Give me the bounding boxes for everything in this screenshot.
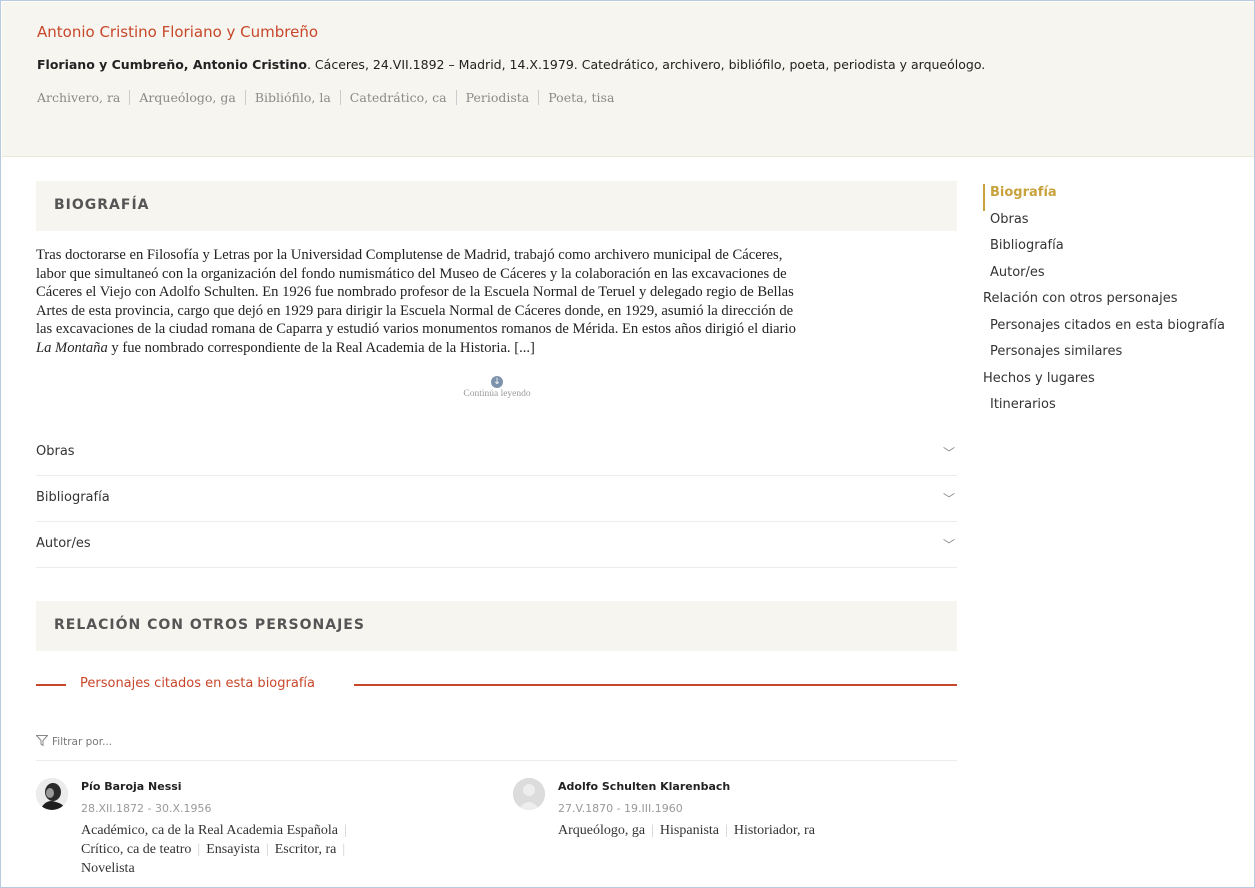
bio-line: Artes de esta provincia, cargo que dejó … (36, 302, 794, 319)
separator: | (725, 823, 728, 838)
header-summary-text: . Cáceres, 24.VII.1892 – Madrid, 14.X.19… (306, 57, 986, 72)
category-list: Archivero, ra Arqueólogo, ga Bibliófilo,… (37, 90, 623, 105)
nav-hechos-lugares[interactable]: Hechos y lugares (983, 370, 1253, 397)
person-role[interactable]: Hispanista (660, 823, 719, 838)
bio-line: La Montaña y fue nombrado correspondient… (36, 339, 957, 358)
read-more-button[interactable]: ↓ Continúa leyendo (442, 369, 552, 399)
category-link[interactable]: Bibliófilo, la (244, 90, 340, 105)
accordion-obras[interactable]: Obras ﹀ (36, 430, 957, 476)
nav-obras[interactable]: Obras (983, 211, 1253, 238)
separator: | (651, 823, 654, 838)
nav-autores[interactable]: Autor/es (983, 264, 1253, 291)
nav-bibliografia[interactable]: Bibliografía (983, 237, 1253, 264)
accordion-label: Bibliografía (36, 490, 110, 505)
nav-biografia[interactable]: Biografía (983, 184, 1253, 211)
category-link[interactable]: Poeta, tisa (538, 90, 623, 105)
page-title: Antonio Cristino Floriano y Cumbreño (37, 23, 319, 41)
person-role[interactable]: Académico, ca de la Real Academia Españo… (81, 823, 338, 838)
filter-label: Filtrar por... (52, 736, 113, 748)
bio-line: las excavaciones de la ciudad romana de … (36, 321, 796, 338)
chevron-down-icon: ﹀ (942, 492, 955, 506)
header-summary: Floriano y Cumbreño, Antonio Cristino. C… (37, 57, 985, 72)
divider (36, 684, 66, 686)
category-link[interactable]: Archivero, ra (37, 90, 129, 105)
separator: | (197, 842, 201, 857)
nav-itinerarios[interactable]: Itinerarios (983, 396, 1253, 423)
relacion-heading: RELACIÓN CON OTROS PERSONAJES (54, 617, 365, 633)
person-role[interactable]: Arqueólogo, ga (558, 823, 645, 838)
separator: | (342, 842, 346, 857)
page-frame: Antonio Cristino Floriano y Cumbreño Flo… (0, 0, 1255, 888)
separator: | (343, 823, 347, 838)
cited-persons-label: Personajes citados en esta biografía (80, 676, 315, 691)
avatar (36, 778, 68, 810)
read-more-label: Continúa leyendo (463, 389, 531, 399)
bio-line: Cáceres el Viejo con Adolfo Schulten. En… (36, 284, 794, 301)
person-role[interactable]: Historiador, ra (734, 823, 815, 838)
category-link[interactable]: Periodista (455, 90, 539, 105)
cited-persons-subheading: Personajes citados en esta biografía (36, 674, 957, 694)
filter-icon (35, 735, 49, 747)
person-name[interactable]: Pío Baroja Nessi (81, 780, 182, 793)
nav-relacion[interactable]: Relación con otros personajes (983, 290, 1253, 317)
accordion-label: Obras (36, 444, 75, 459)
accordion-bibliografia[interactable]: Bibliografía ﹀ (36, 476, 957, 522)
header-name: Floriano y Cumbreño, Antonio Cristino (37, 57, 307, 72)
divider (354, 684, 957, 686)
relacion-section-header: RELACIÓN CON OTROS PERSONAJES (36, 601, 957, 651)
category-link[interactable]: Arqueólogo, ga (129, 90, 244, 105)
person-dates: 27.V.1870 - 19.III.1960 (558, 802, 683, 815)
separator: | (265, 842, 269, 857)
biografia-section-header: BIOGRAFÍA (36, 181, 957, 231)
category-link[interactable]: Catedrático, ca (339, 90, 456, 105)
avatar-placeholder (513, 778, 545, 810)
accordion-label: Autor/es (36, 536, 91, 551)
newspaper-title: La Montaña (36, 339, 108, 356)
person-role[interactable]: Ensayista (206, 842, 260, 857)
bio-line-rest: y fue nombrado correspondiente de la Rea… (107, 339, 535, 356)
person-dates: 28.XII.1872 - 30.X.1956 (81, 802, 212, 815)
person-role[interactable]: Crítico, ca de teatro (81, 842, 191, 857)
bio-line: labor que simultaneó con la organización… (36, 265, 787, 282)
accordion-autores[interactable]: Autor/es ﹀ (36, 522, 957, 568)
biography-text: Tras doctorarse en Filosofía y Letras po… (36, 246, 957, 358)
person-roles: Arqueólogo, ga | Hispanista | Historiador, r… (558, 821, 948, 840)
biografia-heading: BIOGRAFÍA (54, 197, 150, 213)
section-nav: Biografía Obras Bibliografía Autor/es Re… (983, 184, 1253, 423)
divider (36, 760, 957, 761)
nav-personajes-similares[interactable]: Personajes similares (983, 343, 1253, 370)
person-role[interactable]: Novelista (81, 861, 135, 876)
biography-header: Antonio Cristino Floriano y Cumbreño Flo… (2, 2, 1254, 157)
person-roles: Académico, ca de la Real Academia Españo… (81, 821, 431, 878)
arrow-down-icon: ↓ (491, 376, 503, 388)
filter-button[interactable]: Filtrar por... (35, 735, 113, 748)
chevron-down-icon: ﹀ (942, 446, 955, 460)
chevron-down-icon: ﹀ (942, 538, 955, 552)
person-role[interactable]: Escritor, ra (275, 842, 337, 857)
nav-personajes-citados[interactable]: Personajes citados en esta biografía (983, 317, 1253, 344)
person-name[interactable]: Adolfo Schulten Klarenbach (558, 780, 730, 793)
bio-line: Tras doctorarse en Filosofía y Letras po… (36, 247, 783, 263)
